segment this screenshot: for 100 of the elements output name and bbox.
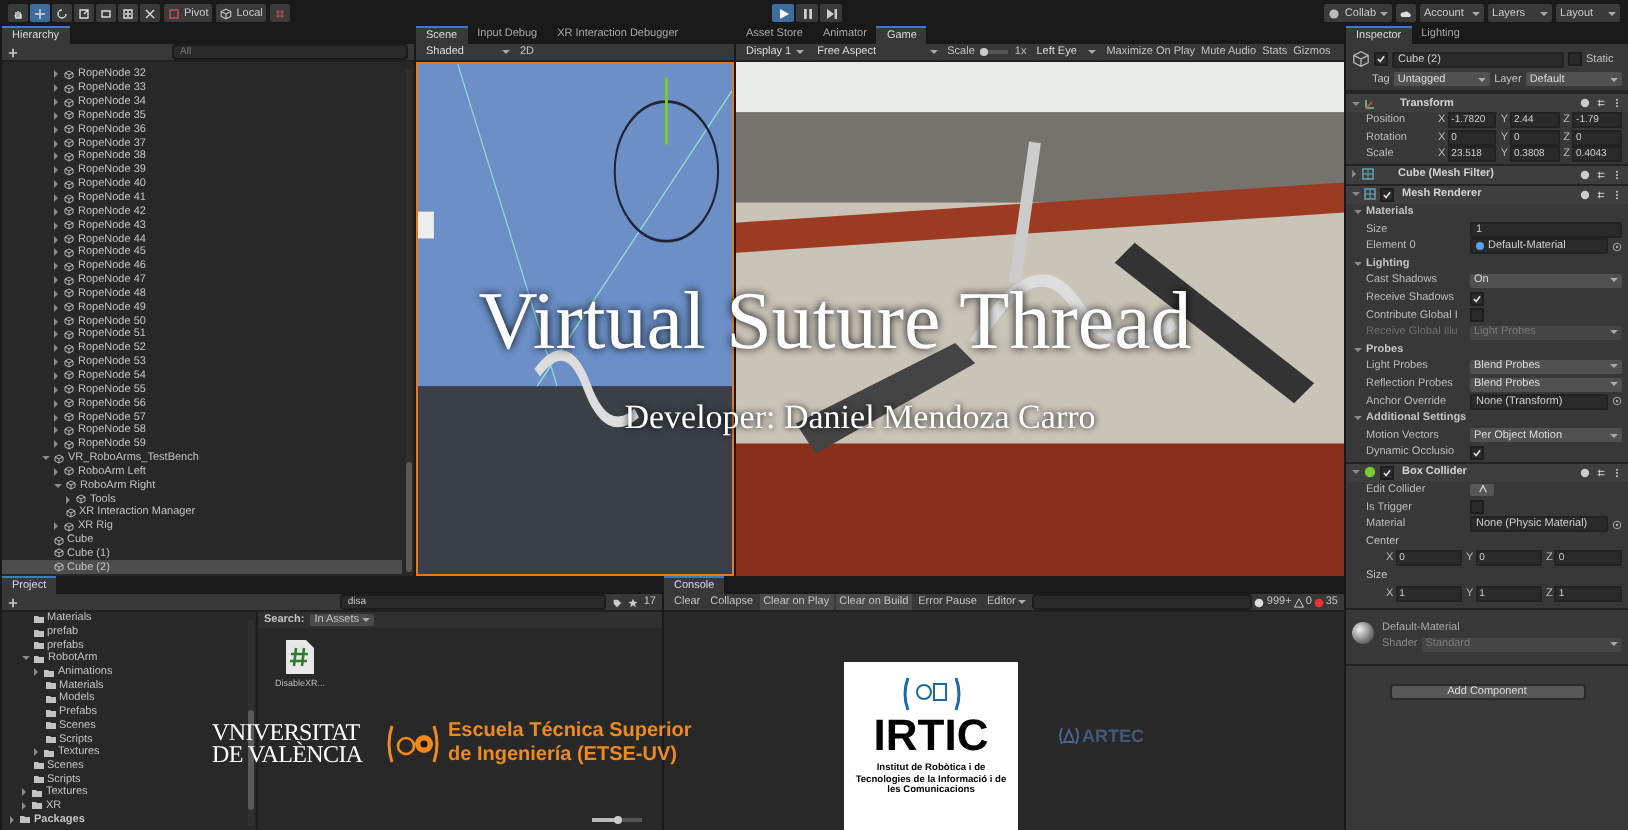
foldout-arrow-icon[interactable] xyxy=(22,801,26,810)
foldout-arrow-icon[interactable] xyxy=(54,426,58,435)
warning-icon xyxy=(1293,597,1304,607)
foldout-arrow-icon[interactable] xyxy=(54,180,58,189)
lab-logo-text: ARTEC xyxy=(1082,726,1144,746)
foldout-arrow-icon[interactable] xyxy=(1352,170,1356,179)
rotate-icon xyxy=(56,7,68,19)
cube-icon xyxy=(64,69,74,80)
preset-icon[interactable] xyxy=(1596,467,1606,478)
checkbox[interactable] xyxy=(1470,500,1484,515)
foldout-arrow-icon[interactable] xyxy=(54,385,58,394)
cube-icon xyxy=(64,521,74,532)
preset-icon[interactable] xyxy=(1596,98,1606,108)
search-field[interactable] xyxy=(1031,594,1253,610)
playback-button[interactable] xyxy=(796,4,819,22)
material-icon xyxy=(1476,242,1484,251)
foldout-arrow-icon[interactable] xyxy=(54,221,58,230)
star-icon[interactable] xyxy=(627,597,638,607)
foldout-arrow-icon[interactable] xyxy=(54,194,58,203)
checkbox[interactable] xyxy=(1470,291,1484,306)
step-icon xyxy=(825,7,838,19)
checkbox[interactable] xyxy=(1380,465,1394,480)
foldout-arrow-icon[interactable] xyxy=(54,413,58,422)
edit-collider-button[interactable] xyxy=(1470,483,1494,496)
foldout-arrow-icon[interactable] xyxy=(54,358,58,367)
target-icon[interactable] xyxy=(1612,241,1622,252)
add-icon[interactable] xyxy=(8,47,18,57)
cloud-icon xyxy=(1328,7,1341,19)
foldout-arrow-icon[interactable] xyxy=(54,166,58,175)
checkbox[interactable] xyxy=(1470,308,1484,323)
add-icon[interactable] xyxy=(8,597,18,607)
caret-icon xyxy=(929,50,938,54)
preset-icon[interactable] xyxy=(1596,169,1606,180)
foldout-arrow-icon[interactable] xyxy=(1352,470,1360,475)
foldout-arrow-icon[interactable] xyxy=(54,330,58,339)
caret-icon xyxy=(795,50,804,54)
tool-button[interactable] xyxy=(118,4,138,22)
tool-button[interactable] xyxy=(74,4,94,22)
foldout-arrow-icon[interactable] xyxy=(54,440,58,449)
foldout-arrow-icon[interactable] xyxy=(54,399,58,408)
foldout-arrow-icon[interactable] xyxy=(34,748,38,757)
caret-icon xyxy=(1380,11,1389,15)
cloud-button[interactable] xyxy=(1396,4,1417,22)
checkbox[interactable] xyxy=(1568,52,1582,66)
foldout-arrow-icon[interactable] xyxy=(54,152,58,161)
foldout-arrow-icon[interactable] xyxy=(54,371,58,380)
cube-icon xyxy=(64,220,74,231)
grid-snap-button[interactable] xyxy=(270,4,291,22)
foldout-arrow-icon[interactable] xyxy=(54,248,58,257)
foldout-arrow-icon[interactable] xyxy=(54,207,58,216)
tool-button[interactable] xyxy=(8,4,28,22)
tool-button[interactable] xyxy=(52,4,72,22)
scale-icon xyxy=(78,7,90,19)
foldout-arrow-icon[interactable] xyxy=(54,262,58,271)
checkbox[interactable] xyxy=(1470,445,1484,460)
foldout-arrow-icon[interactable] xyxy=(54,125,58,134)
foldout-arrow-icon[interactable] xyxy=(54,344,58,353)
school-name-text: de Ingeniería (ETSE-UV) xyxy=(448,744,679,768)
foldout-arrow-icon[interactable] xyxy=(22,656,30,661)
foldout-arrow-icon[interactable] xyxy=(54,467,58,476)
foldout-arrow-icon[interactable] xyxy=(54,303,58,312)
preset-icon[interactable] xyxy=(1596,189,1606,200)
foldout-arrow-icon[interactable] xyxy=(66,495,70,504)
target-icon[interactable] xyxy=(1612,396,1622,407)
playback-button[interactable] xyxy=(772,4,795,22)
target-icon[interactable] xyxy=(1612,519,1622,530)
playback-button[interactable] xyxy=(820,4,843,22)
foldout-arrow-icon[interactable] xyxy=(54,317,58,326)
help-icon[interactable] xyxy=(1580,98,1590,108)
foldout-arrow-icon[interactable] xyxy=(54,111,58,120)
foldout-arrow-icon[interactable] xyxy=(34,668,38,677)
foldout-arrow-icon[interactable] xyxy=(54,522,58,531)
foldout-arrow-icon[interactable] xyxy=(42,456,50,461)
foldout-arrow-icon[interactable] xyxy=(10,815,14,824)
foldout-arrow-icon[interactable] xyxy=(54,139,58,148)
foldout-arrow-icon[interactable] xyxy=(54,98,58,107)
foldout-arrow-icon[interactable] xyxy=(54,276,58,285)
foldout-arrow-icon[interactable] xyxy=(1354,347,1362,352)
foldout-arrow-icon[interactable] xyxy=(54,289,58,298)
foldout-arrow-icon[interactable] xyxy=(54,84,58,93)
foldout-arrow-icon[interactable] xyxy=(54,70,58,79)
transform-icon xyxy=(1364,97,1376,109)
cube-icon xyxy=(53,562,63,573)
checkbox[interactable] xyxy=(1374,52,1388,66)
tool-button[interactable] xyxy=(96,4,116,22)
foldout-arrow-icon[interactable] xyxy=(1352,101,1360,105)
foldout-arrow-icon[interactable] xyxy=(1354,261,1362,266)
foldout-arrow-icon[interactable] xyxy=(54,483,62,488)
tool-icon xyxy=(144,7,156,19)
cube-icon xyxy=(64,165,74,176)
foldout-arrow-icon[interactable] xyxy=(1354,416,1362,421)
foldout-arrow-icon[interactable] xyxy=(22,788,26,797)
tool-button[interactable] xyxy=(140,4,160,22)
checkbox[interactable] xyxy=(1380,187,1394,202)
foldout-arrow-icon[interactable] xyxy=(1354,210,1362,215)
foldout-arrow-icon[interactable] xyxy=(54,235,58,244)
caret-icon xyxy=(1610,382,1618,387)
university-logo-text: DE VALÈNCIA xyxy=(212,744,363,766)
foldout-arrow-icon[interactable] xyxy=(1352,192,1360,197)
help-icon[interactable] xyxy=(1580,467,1590,478)
